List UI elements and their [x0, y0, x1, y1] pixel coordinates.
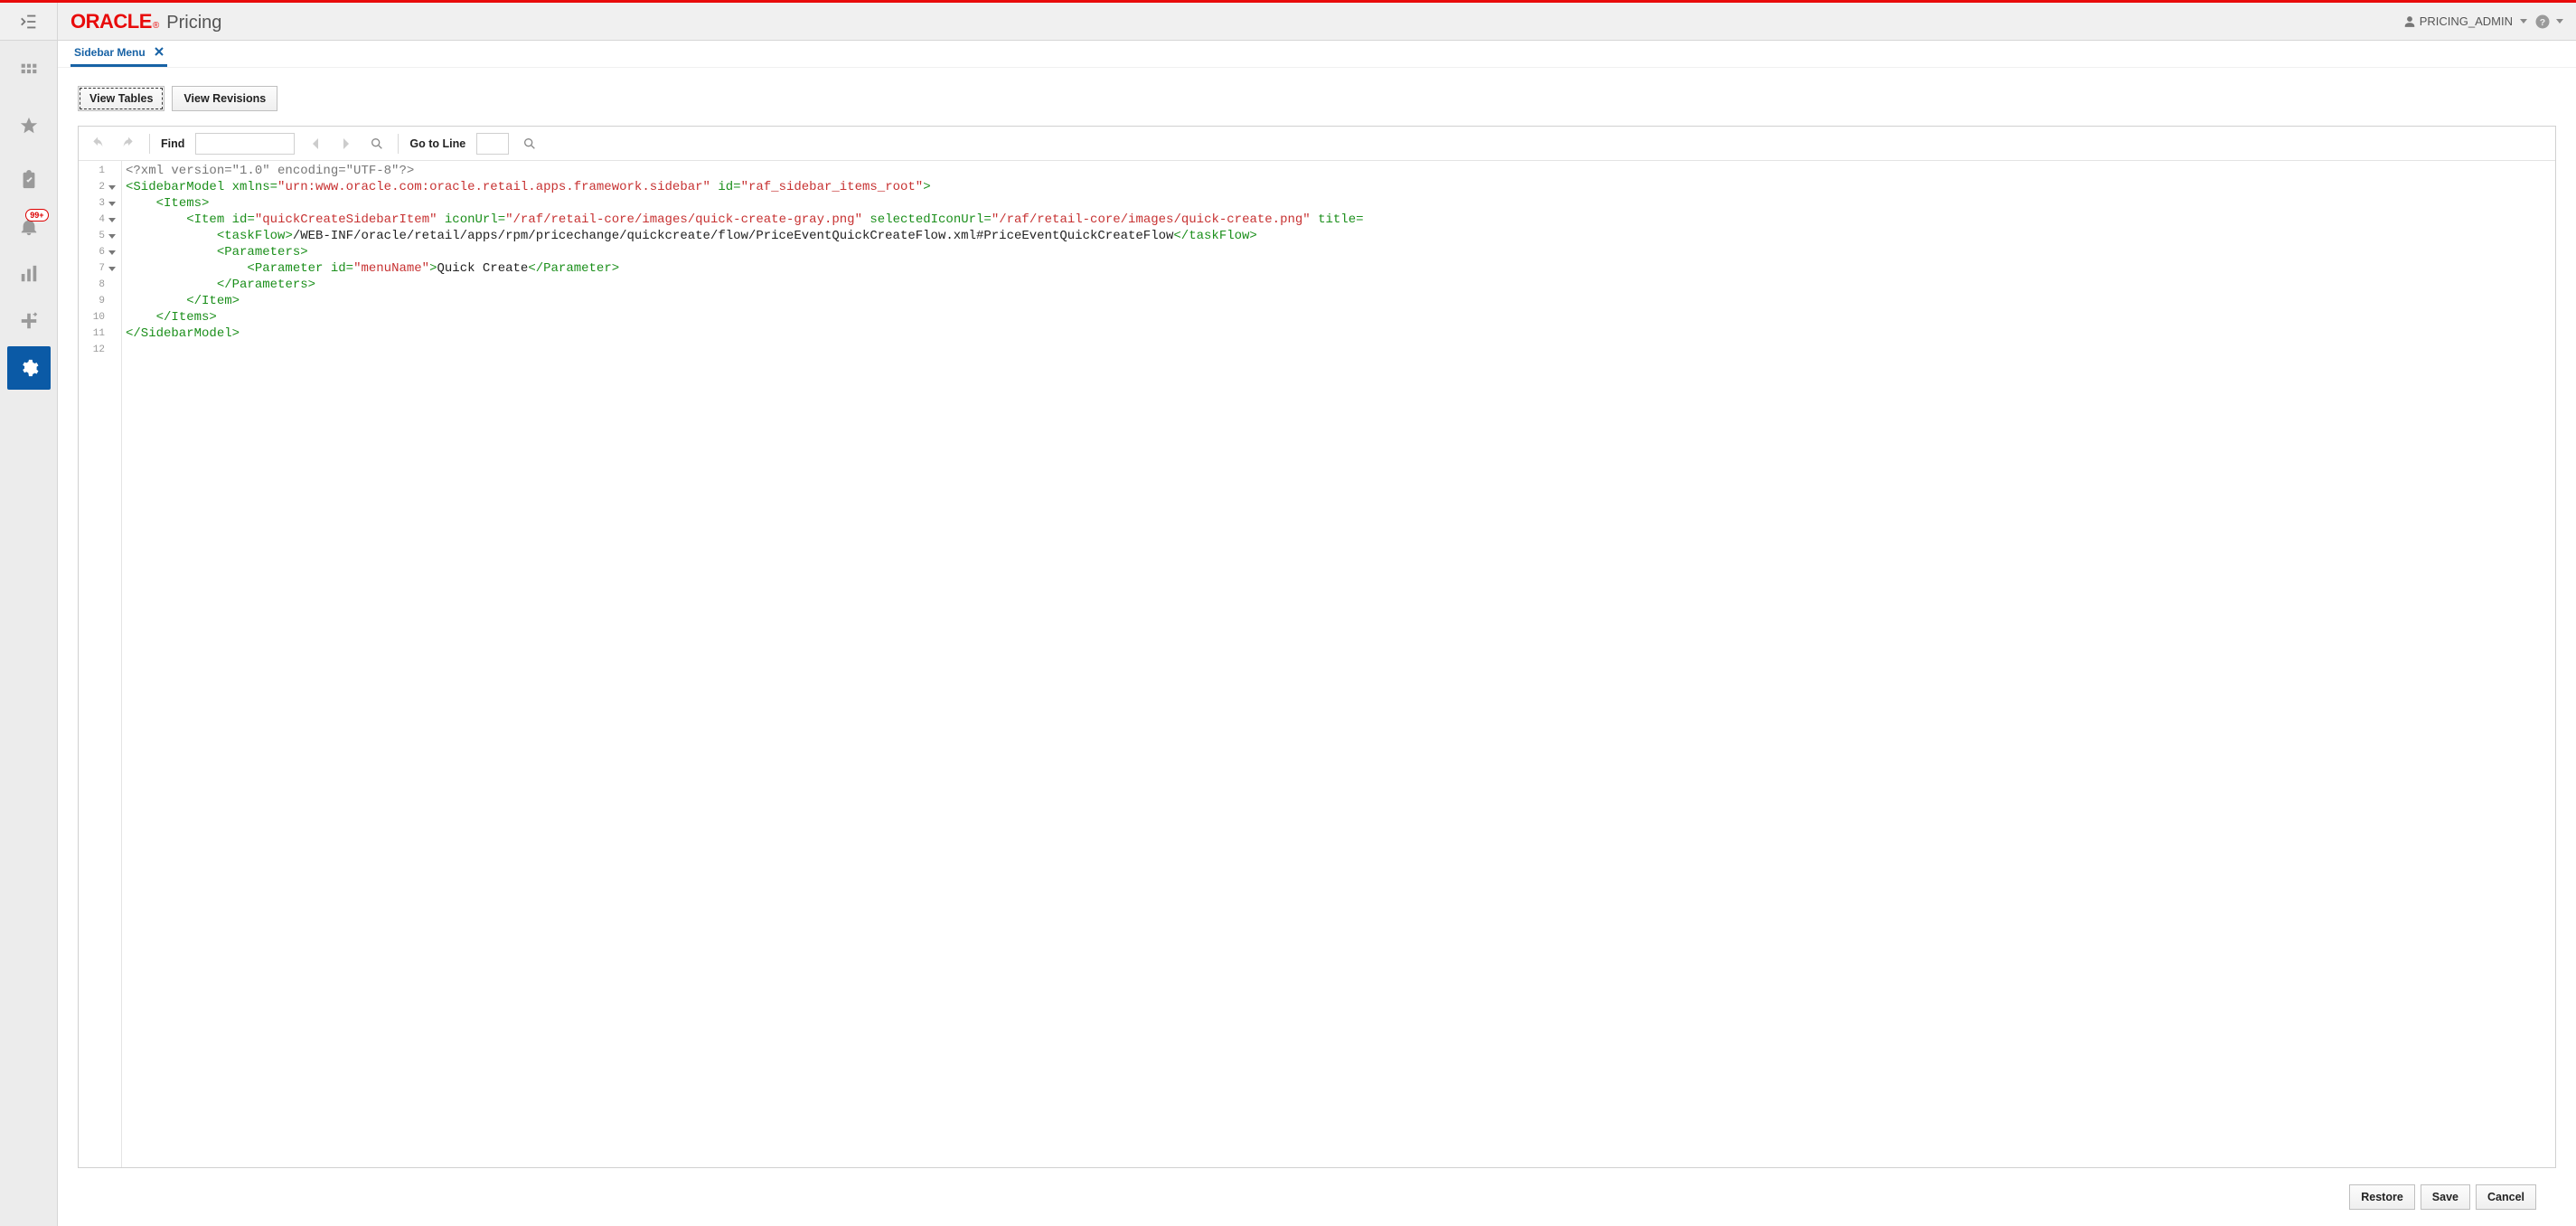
- redo-icon: [121, 137, 136, 151]
- fold-toggle-icon[interactable]: [108, 234, 116, 239]
- view-revisions-button[interactable]: View Revisions: [172, 86, 277, 111]
- fold-toggle-icon[interactable]: [108, 267, 116, 271]
- find-input[interactable]: [195, 133, 295, 155]
- gutter-line: 2: [79, 179, 118, 195]
- chevron-left-icon: [311, 138, 320, 149]
- redo-button[interactable]: [118, 134, 138, 154]
- code-line[interactable]: </Parameters>: [126, 277, 1364, 293]
- user-icon: [2403, 15, 2416, 28]
- cancel-button[interactable]: Cancel: [2476, 1184, 2536, 1210]
- find-prev-button[interactable]: [306, 134, 325, 154]
- clipboard-check-icon: [19, 170, 39, 190]
- sidebar-notifications[interactable]: 99+: [7, 205, 51, 249]
- sidebar-apps[interactable]: [7, 50, 51, 93]
- view-tables-button[interactable]: View Tables: [78, 86, 165, 111]
- help-menu[interactable]: ?: [2534, 14, 2563, 30]
- fold-toggle-icon[interactable]: [108, 202, 116, 206]
- code-line[interactable]: <?xml version="1.0" encoding="UTF-8"?>: [126, 163, 1364, 179]
- fold-toggle-icon[interactable]: [108, 185, 116, 190]
- sidebar: 99+: [0, 41, 58, 1226]
- goto-search-button[interactable]: [520, 134, 540, 154]
- sidebar-quick-create[interactable]: [7, 299, 51, 343]
- hamburger-button[interactable]: [0, 3, 58, 40]
- close-icon: [155, 47, 164, 56]
- notification-badge: 99+: [25, 209, 48, 222]
- fold-toggle-icon[interactable]: [108, 218, 116, 222]
- code-line[interactable]: <Item id="quickCreateSidebarItem" iconUr…: [126, 212, 1364, 228]
- save-button[interactable]: Save: [2421, 1184, 2470, 1210]
- code-line[interactable]: <SidebarModel xmlns="urn:www.oracle.com:…: [126, 179, 1364, 195]
- gutter-line: 6: [79, 244, 118, 260]
- brand-oracle: ORACLE: [71, 10, 152, 33]
- search-icon: [522, 137, 537, 151]
- plus-icon: [19, 311, 39, 331]
- find-label: Find: [161, 137, 184, 150]
- code-editor-panel: Find Go to Line: [78, 126, 2556, 1168]
- caret-down-icon: [2520, 19, 2527, 24]
- caret-down-icon: [2556, 19, 2563, 24]
- code-area[interactable]: 123456789101112 <?xml version="1.0" enco…: [79, 161, 2555, 1167]
- fold-toggle-icon[interactable]: [108, 250, 116, 255]
- code-content[interactable]: <?xml version="1.0" encoding="UTF-8"?><S…: [122, 161, 1364, 1167]
- tab-sidebar-menu[interactable]: Sidebar Menu: [71, 41, 167, 67]
- header: ORACLE® Pricing PRICING_ADMIN ?: [0, 3, 2576, 41]
- code-line[interactable]: <Parameter id="menuName">Quick Create</P…: [126, 260, 1364, 277]
- gutter-line: 12: [79, 342, 118, 358]
- brand-registered: ®: [153, 21, 159, 31]
- tab-label: Sidebar Menu: [74, 46, 146, 59]
- brand-appname: Pricing: [166, 13, 221, 33]
- gutter-line: 9: [79, 293, 118, 309]
- sidebar-settings[interactable]: [7, 346, 51, 390]
- editor-toolbar: Find Go to Line: [79, 127, 2555, 161]
- goto-label: Go to Line: [409, 137, 465, 150]
- chevron-right-icon: [342, 138, 351, 149]
- gutter-line: 3: [79, 195, 118, 212]
- code-line[interactable]: <Parameters>: [126, 244, 1364, 260]
- gutter-line: 7: [79, 260, 118, 277]
- svg-text:?: ?: [2540, 16, 2545, 27]
- brand: ORACLE® Pricing: [58, 10, 221, 33]
- code-line[interactable]: <taskFlow>/WEB-INF/oracle/retail/apps/rp…: [126, 228, 1364, 244]
- gear-icon: [19, 358, 39, 378]
- undo-button[interactable]: [88, 134, 108, 154]
- find-next-button[interactable]: [336, 134, 356, 154]
- search-icon: [370, 137, 384, 151]
- goto-line-input[interactable]: [476, 133, 509, 155]
- bar-chart-icon: [19, 264, 39, 284]
- code-line[interactable]: </Item>: [126, 293, 1364, 309]
- sidebar-reports[interactable]: [7, 252, 51, 296]
- code-line[interactable]: </Items>: [126, 309, 1364, 325]
- footer-buttons: Restore Save Cancel: [78, 1172, 2556, 1226]
- sidebar-tasks[interactable]: [7, 158, 51, 202]
- user-name: PRICING_ADMIN: [2420, 14, 2513, 28]
- restore-button[interactable]: Restore: [2349, 1184, 2415, 1210]
- gutter-line: 11: [79, 325, 118, 342]
- code-line[interactable]: [126, 342, 1364, 358]
- find-search-button[interactable]: [367, 134, 387, 154]
- tab-strip: Sidebar Menu: [58, 41, 2576, 68]
- line-gutter: 123456789101112: [79, 161, 122, 1167]
- star-icon: [19, 116, 39, 136]
- gutter-line: 10: [79, 309, 118, 325]
- sidebar-favorites[interactable]: [7, 104, 51, 147]
- user-menu[interactable]: PRICING_ADMIN: [2403, 14, 2527, 28]
- action-button-row: View Tables View Revisions: [78, 86, 2556, 111]
- toolbar-separator: [149, 134, 150, 154]
- grid-icon: [20, 62, 38, 80]
- tab-close-button[interactable]: [155, 46, 164, 59]
- hamburger-icon: [19, 12, 39, 32]
- code-line[interactable]: </SidebarModel>: [126, 325, 1364, 342]
- help-icon: ?: [2534, 14, 2551, 30]
- code-line[interactable]: <Items>: [126, 195, 1364, 212]
- gutter-line: 1: [79, 163, 118, 179]
- gutter-line: 4: [79, 212, 118, 228]
- undo-icon: [90, 137, 105, 151]
- toolbar-separator: [398, 134, 399, 154]
- gutter-line: 5: [79, 228, 118, 244]
- gutter-line: 8: [79, 277, 118, 293]
